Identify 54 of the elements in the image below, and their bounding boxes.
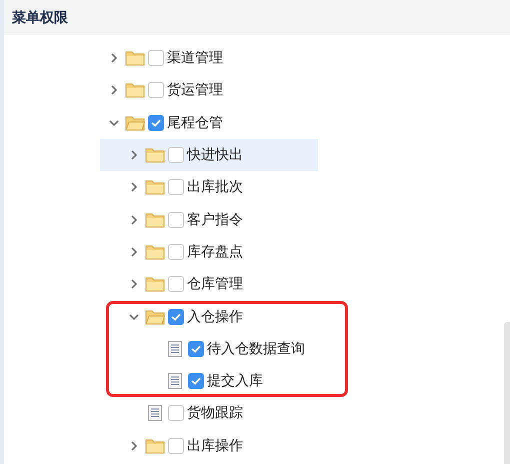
tree-node[interactable]: 提交入库: [100, 364, 318, 398]
scrollbar[interactable]: [504, 322, 510, 464]
node-label: 尾程仓管: [167, 114, 223, 132]
checkbox[interactable]: [188, 373, 204, 390]
checkbox[interactable]: [148, 50, 164, 66]
checkbox[interactable]: [168, 405, 184, 422]
tree-node[interactable]: 入仓操作: [100, 300, 318, 333]
tree-node[interactable]: 渠道管理: [100, 42, 318, 74]
tree-node[interactable]: 待入仓数据查询: [100, 332, 318, 365]
checkbox[interactable]: [168, 276, 184, 292]
folder-icon: [145, 244, 165, 260]
tree-node[interactable]: 货物跟踪: [100, 397, 318, 430]
node-label: 仓库管理: [187, 275, 243, 294]
tree-node[interactable]: 客户指令: [100, 203, 318, 236]
document-icon: [148, 405, 162, 422]
tree-node[interactable]: 快进快出: [100, 138, 318, 172]
node-label: 货物跟踪: [187, 404, 243, 422]
tree-node[interactable]: 尾程仓管: [100, 106, 318, 139]
checkbox[interactable]: [168, 244, 184, 260]
document-icon: [168, 373, 182, 390]
folder-icon: [145, 179, 165, 196]
folder-icon: [125, 82, 145, 98]
checkbox[interactable]: [168, 438, 184, 454]
checkbox[interactable]: [168, 179, 184, 196]
folder-icon: [145, 212, 165, 228]
folder-icon: [125, 50, 145, 66]
checkbox[interactable]: [148, 114, 164, 131]
tree-node[interactable]: 货运管理: [100, 74, 318, 107]
checkbox[interactable]: [148, 82, 164, 98]
checkbox[interactable]: [168, 212, 184, 228]
document-icon: [168, 340, 182, 357]
checkbox[interactable]: [168, 147, 184, 164]
checkbox[interactable]: [188, 340, 204, 357]
folder-icon: [145, 308, 165, 325]
checkbox[interactable]: [168, 308, 184, 325]
tree-node[interactable]: 出库操作: [100, 430, 318, 462]
node-label: 出库操作: [187, 436, 243, 455]
node-label: 提交入库: [207, 372, 263, 390]
tree-node[interactable]: 仓库管理: [100, 268, 318, 300]
node-label: 快进快出: [187, 146, 243, 164]
folder-icon: [145, 438, 165, 454]
tree-node[interactable]: 库存盘点: [100, 236, 318, 268]
node-label: 出库批次: [187, 178, 243, 196]
folder-icon: [145, 276, 165, 292]
folder-icon: [145, 147, 165, 164]
folder-icon: [125, 114, 145, 131]
node-label: 待入仓数据查询: [207, 340, 305, 358]
node-label: 库存盘点: [187, 242, 243, 261]
tree-node[interactable]: 出库批次: [100, 171, 318, 204]
node-label: 客户指令: [187, 210, 243, 229]
node-label: 渠道管理: [167, 49, 223, 68]
panel-title: 菜单权限: [12, 8, 68, 26]
node-label: 货运管理: [167, 81, 223, 100]
node-label: 入仓操作: [187, 308, 243, 326]
